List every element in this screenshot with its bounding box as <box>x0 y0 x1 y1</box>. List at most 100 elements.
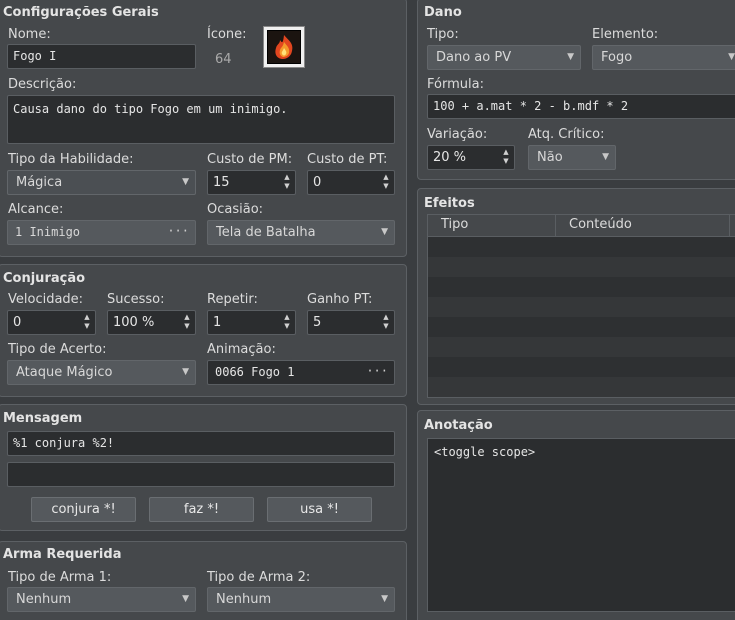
occasion-select[interactable]: Tela de Batalha ▼ <box>207 220 395 245</box>
message-line1-input[interactable]: %1 conjura %2! <box>7 431 395 456</box>
animation-value: 0066 Fogo 1 <box>215 365 295 379</box>
do-message-button[interactable]: faz *! <box>149 497 254 522</box>
repeat-spinbox[interactable]: 1 ▲ ▼ <box>207 310 296 335</box>
scope-value: 1 Inimigo <box>15 225 81 239</box>
mp-cost-value: 15 <box>213 175 230 190</box>
tp-cost-label: Custo de PT: <box>307 152 388 167</box>
chevron-down-icon: ▼ <box>182 594 189 604</box>
name-input[interactable]: Fogo I <box>7 44 196 69</box>
tp-cost-value: 0 <box>313 175 322 190</box>
speed-value: 0 <box>13 315 22 330</box>
spin-arrows-icon[interactable]: ▲ ▼ <box>381 173 391 191</box>
element-label: Elemento: <box>592 27 659 42</box>
occasion-value: Tela de Batalha <box>216 225 316 240</box>
use-message-button[interactable]: usa *! <box>267 497 372 522</box>
weapon-type1-label: Tipo de Arma 1: <box>8 570 112 585</box>
spin-arrows-icon[interactable]: ▲ ▼ <box>282 173 292 191</box>
critical-value: Não <box>537 150 563 165</box>
spin-arrows-icon[interactable]: ▲ ▼ <box>501 148 511 166</box>
hit-type-value: Ataque Mágico <box>16 365 113 380</box>
chevron-down-icon: ▼ <box>381 594 388 604</box>
chevron-down-icon: ▼ <box>182 367 189 377</box>
chevron-down-icon: ▼ <box>381 227 388 237</box>
skill-type-value: Mágica <box>16 175 63 190</box>
table-row[interactable] <box>428 277 735 297</box>
chevron-down-icon: ▼ <box>728 52 735 62</box>
tp-gain-label: Ganho PT: <box>307 292 373 307</box>
tp-cost-spinbox[interactable]: 0 ▲ ▼ <box>307 170 395 195</box>
spin-arrows-icon[interactable]: ▲ ▼ <box>82 313 92 331</box>
success-value: 100 % <box>113 315 155 330</box>
icon-label: Ícone: <box>207 27 247 42</box>
scope-selector[interactable]: 1 Inimigo ··· <box>7 220 196 245</box>
general-settings-title: Configurações Gerais <box>3 5 159 20</box>
spin-arrows-icon[interactable]: ▲ ▼ <box>282 313 292 331</box>
tp-gain-spinbox[interactable]: 5 ▲ ▼ <box>307 310 395 335</box>
damage-title: Dano <box>424 5 462 20</box>
spin-arrows-icon[interactable]: ▲ ▼ <box>381 313 391 331</box>
note-textarea[interactable]: <toggle scope> <box>427 438 735 612</box>
table-row[interactable] <box>428 357 735 377</box>
weapon-type2-select[interactable]: Nenhum ▼ <box>207 587 395 612</box>
skill-icon-picker[interactable] <box>263 26 305 68</box>
message-title: Mensagem <box>3 411 83 426</box>
scope-label: Alcance: <box>8 202 64 217</box>
weapon-type1-select[interactable]: Nenhum ▼ <box>7 587 196 612</box>
table-row[interactable] <box>428 237 735 257</box>
weapon-type1-value: Nenhum <box>16 592 72 607</box>
table-row[interactable] <box>428 297 735 317</box>
message-line2-input[interactable] <box>7 462 395 487</box>
description-label: Descrição: <box>8 77 77 92</box>
table-row[interactable] <box>428 257 735 277</box>
occasion-label: Ocasião: <box>207 202 264 217</box>
required-weapon-title: Arma Requerida <box>3 547 122 562</box>
effects-table[interactable]: Tipo Conteúdo <box>427 214 735 398</box>
weapon-type2-value: Nenhum <box>216 592 272 607</box>
damage-type-label: Tipo: <box>427 27 459 42</box>
mp-cost-spinbox[interactable]: 15 ▲ ▼ <box>207 170 296 195</box>
variance-value: 20 % <box>433 150 467 165</box>
animation-label: Animação: <box>207 342 276 357</box>
hit-type-label: Tipo de Acerto: <box>8 342 107 357</box>
chevron-down-icon: ▼ <box>602 152 609 162</box>
table-row[interactable] <box>428 337 735 357</box>
weapon-type2-label: Tipo de Arma 2: <box>207 570 311 585</box>
effects-title: Efeitos <box>424 196 475 211</box>
column-header-type[interactable]: Tipo <box>428 215 556 237</box>
name-label: Nome: <box>8 27 51 42</box>
tp-gain-value: 5 <box>313 315 322 330</box>
description-textarea[interactable]: Causa dano do tipo Fogo em um inimigo. <box>7 95 395 144</box>
element-value: Fogo <box>601 50 633 65</box>
critical-label: Atq. Crítico: <box>528 127 605 142</box>
skill-type-select[interactable]: Mágica ▼ <box>7 170 196 195</box>
mp-cost-label: Custo de PM: <box>207 152 293 167</box>
formula-label: Fórmula: <box>427 77 484 92</box>
note-title: Anotação <box>424 418 493 433</box>
repeat-label: Repetir: <box>207 292 258 307</box>
success-label: Sucesso: <box>107 292 165 307</box>
chevron-down-icon: ▼ <box>182 177 189 187</box>
animation-selector[interactable]: 0066 Fogo 1 ··· <box>207 360 395 385</box>
fire-icon <box>267 30 301 64</box>
speed-spinbox[interactable]: 0 ▲ ▼ <box>7 310 96 335</box>
variance-spinbox[interactable]: 20 % ▲ ▼ <box>427 145 515 170</box>
table-row[interactable] <box>428 317 735 337</box>
formula-input[interactable]: 100 + a.mat * 2 - b.mdf * 2 <box>427 94 735 119</box>
ellipsis-icon: ··· <box>167 224 189 238</box>
speed-label: Velocidade: <box>8 292 84 307</box>
column-header-filler <box>730 215 735 237</box>
cast-message-button[interactable]: conjura *! <box>31 497 136 522</box>
critical-select[interactable]: Não ▼ <box>528 145 616 170</box>
repeat-value: 1 <box>213 315 222 330</box>
ellipsis-icon: ··· <box>366 364 388 378</box>
invocation-title: Conjuração <box>3 271 86 286</box>
table-row[interactable] <box>428 377 735 397</box>
damage-type-value: Dano ao PV <box>436 50 512 65</box>
damage-type-select[interactable]: Dano ao PV ▼ <box>427 45 581 70</box>
element-select[interactable]: Fogo ▼ <box>592 45 735 70</box>
success-spinbox[interactable]: 100 % ▲ ▼ <box>107 310 196 335</box>
hit-type-select[interactable]: Ataque Mágico ▼ <box>7 360 196 385</box>
column-header-content[interactable]: Conteúdo <box>556 215 730 237</box>
spin-arrows-icon[interactable]: ▲ ▼ <box>182 313 192 331</box>
variance-label: Variação: <box>427 127 488 142</box>
